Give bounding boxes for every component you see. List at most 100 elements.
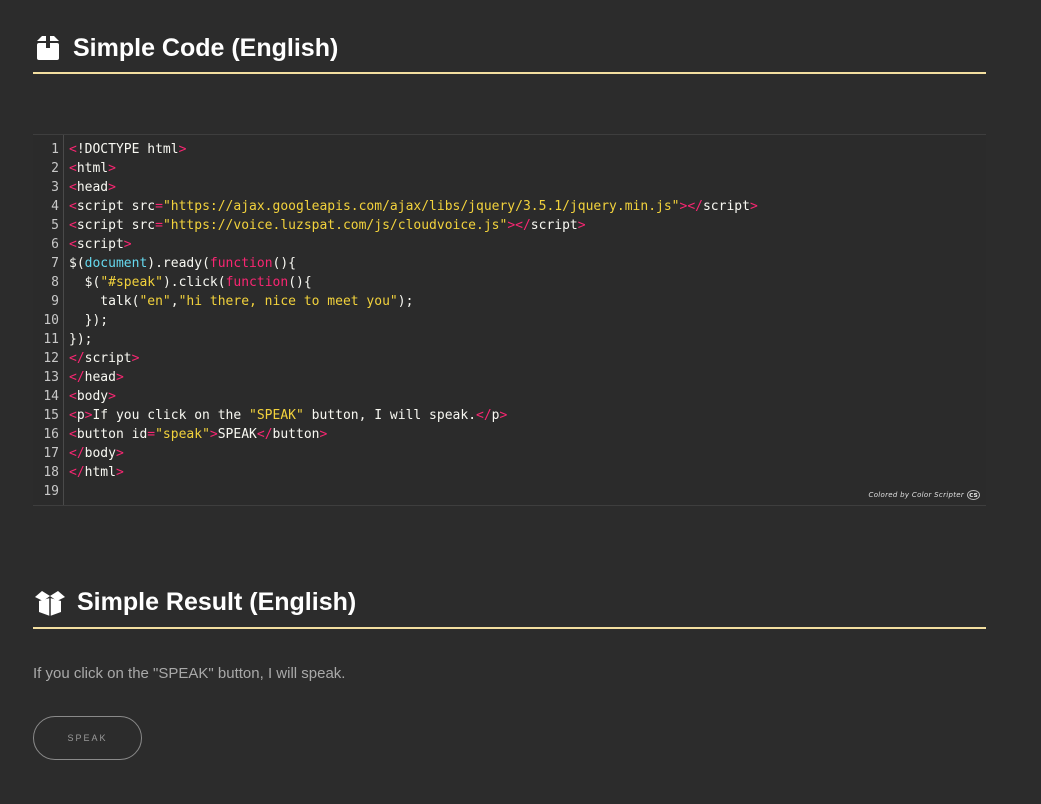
code-token: script (84, 351, 132, 366)
code-block: 1 2 3 4 5 6 7 8 9 10 11 12 13 14 15 16 17 18 19 <!DOCTYPE … (33, 134, 986, 506)
code-token: = (155, 218, 163, 233)
line-number: 10 (43, 313, 59, 328)
code-token: > (115, 446, 124, 461)
code-token: > (115, 370, 124, 385)
code-token: </ (69, 351, 85, 366)
result-paragraph: If you click on the "SPEAK" button, I wi… (33, 665, 346, 682)
code-token: > (319, 427, 328, 442)
code-token: script src (76, 218, 156, 233)
code-token: SPEAK (217, 427, 257, 442)
line-number: 3 (51, 180, 59, 195)
speak-button[interactable]: SPEAK (33, 716, 142, 760)
code-token: "hi there, nice to meet you" (178, 294, 398, 309)
line-number: 18 (43, 465, 59, 480)
code-token: $( (69, 256, 85, 271)
code-token: > (131, 351, 140, 366)
code-token: < (69, 218, 77, 233)
code-token: "https://voice.luzspat.com/js/cloudvoice… (162, 218, 508, 233)
code-token: < (69, 408, 77, 423)
box-closed-icon (33, 33, 63, 63)
code-token: > (108, 389, 116, 404)
code-token: > (108, 180, 116, 195)
code-token: ).click( (162, 275, 226, 290)
line-number: 11 (43, 332, 59, 347)
code-line: <html> (69, 159, 116, 178)
line-number: 9 (51, 294, 59, 309)
line-number: 15 (43, 408, 59, 423)
code-token: "en" (139, 294, 171, 309)
line-number: 19 (43, 484, 59, 499)
code-line: <p>If you click on the "SPEAK" button, I… (69, 406, 507, 425)
code-token: "#speak" (100, 275, 163, 290)
code-token: ).ready( (147, 256, 210, 271)
code-token: </ (69, 370, 85, 385)
code-token: (){ (272, 256, 297, 271)
line-number: 16 (43, 427, 59, 442)
result-section-heading: Simple Result (English) (33, 578, 986, 629)
watermark-text: Colored by Color Scripter (868, 491, 965, 499)
code-token: html (76, 161, 109, 176)
color-scripter-watermark[interactable]: Colored by Color Scripter cs (868, 490, 980, 500)
code-token: script (530, 218, 578, 233)
page: Simple Code (English) 1 2 3 4 5 6 7 8 9 10 11 12 13 1… (0, 0, 1041, 804)
line-number: 8 (51, 275, 59, 290)
code-line: <script src="https://ajax.googleapis.com… (69, 197, 758, 216)
code-line: <script src="https://voice.luzspat.com/j… (69, 216, 586, 235)
line-number: 4 (51, 199, 59, 214)
code-token: p (491, 408, 500, 423)
code-token: button (272, 427, 320, 442)
code-token: </ (476, 408, 492, 423)
code-line: $("#speak").click(function(){ (69, 273, 312, 292)
code-token: < (69, 389, 77, 404)
code-section-title: Simple Code (English) (73, 33, 339, 62)
code-token: < (69, 142, 77, 157)
code-token: If you click on the (92, 408, 250, 423)
code-line: $(document).ready(function(){ (69, 254, 296, 273)
code-token: < (69, 180, 77, 195)
code-token: body (84, 446, 116, 461)
code-line: </script> (69, 349, 139, 368)
code-token: function (209, 256, 273, 271)
code-token: function (225, 275, 289, 290)
line-number: 7 (51, 256, 59, 271)
code-token: > (178, 142, 187, 157)
code-token: < (69, 427, 77, 442)
line-number: 13 (43, 370, 59, 385)
line-number: 1 (51, 142, 59, 157)
code-token: p (76, 408, 85, 423)
code-token: , (170, 294, 179, 309)
code-token: </ (69, 446, 85, 461)
code-line: <!DOCTYPE html> (69, 140, 186, 159)
code-token: > (123, 237, 132, 252)
code-token: > (577, 218, 586, 233)
code-token: $( (69, 275, 101, 290)
code-token: head (84, 370, 116, 385)
line-number: 6 (51, 237, 59, 252)
code-token: script (76, 237, 124, 252)
line-number: 12 (43, 351, 59, 366)
code-token: !DOCTYPE html (76, 142, 179, 157)
code-token: > (499, 408, 508, 423)
line-number-gutter: 1 2 3 4 5 6 7 8 9 10 11 12 13 14 15 16 17 18 19 (33, 135, 64, 505)
code-line: </body> (69, 444, 124, 463)
code-token: html (84, 465, 116, 480)
code-token: < (69, 237, 77, 252)
code-token: }); (69, 313, 109, 328)
code-token: button, I will speak. (303, 408, 477, 423)
code-token: > (749, 199, 758, 214)
code-token: body (76, 389, 109, 404)
code-line: <head> (69, 178, 116, 197)
code-token: ></ (507, 218, 531, 233)
code-line: }); (69, 330, 92, 349)
line-number: 2 (51, 161, 59, 176)
code-token: ></ (679, 199, 703, 214)
code-token: "speak" (155, 427, 210, 442)
code-line: <script> (69, 235, 132, 254)
code-token: script (702, 199, 750, 214)
code-line: </head> (69, 368, 124, 387)
code-token: < (69, 161, 77, 176)
code-section-heading: Simple Code (English) (33, 24, 986, 74)
line-number: 17 (43, 446, 59, 461)
box-open-icon (33, 588, 67, 618)
line-number: 14 (43, 389, 59, 404)
